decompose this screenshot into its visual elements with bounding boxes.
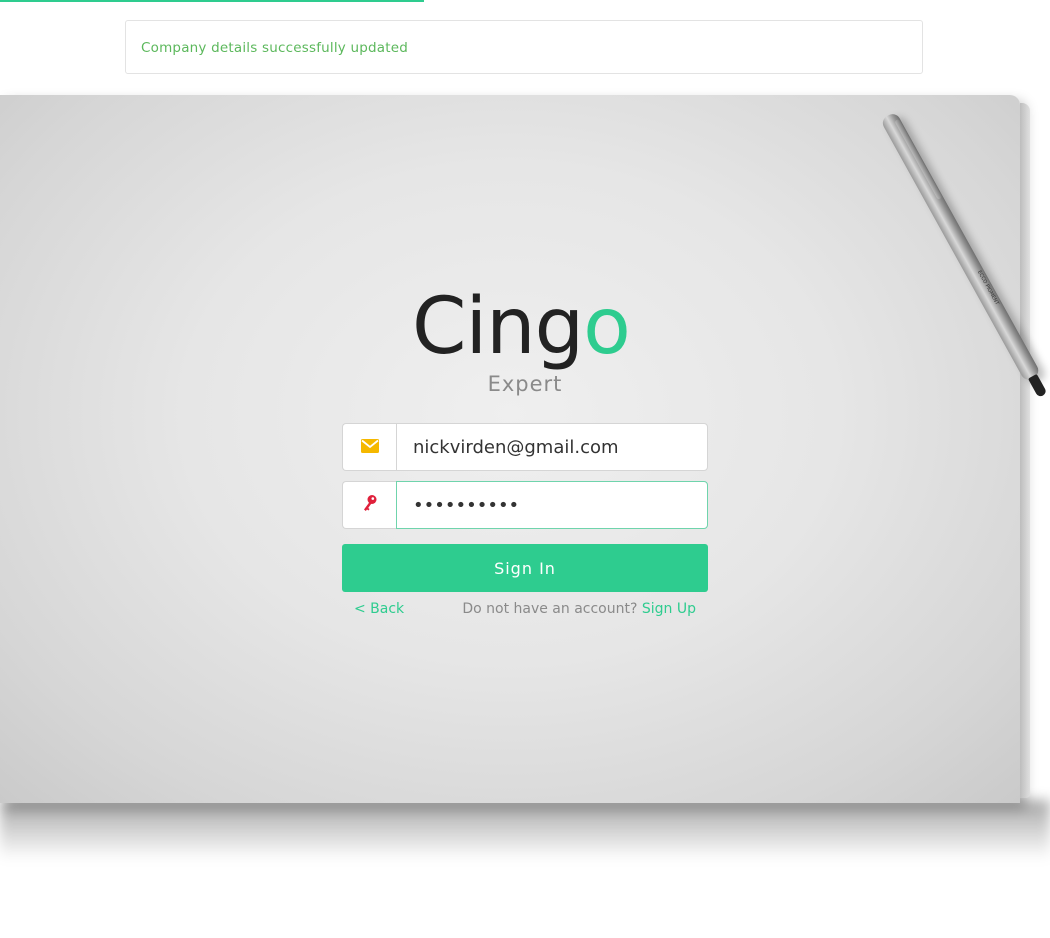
success-alert: Company details successfully updated: [125, 20, 923, 74]
key-icon: [362, 494, 378, 516]
envelope-icon: [360, 438, 379, 457]
alert-message: Company details successfully updated: [141, 40, 409, 56]
password-field: [342, 481, 708, 529]
paper-shadow: [0, 800, 1050, 860]
email-field: [342, 423, 708, 471]
no-account-text: Do not have an account?: [462, 601, 638, 617]
sign-in-button[interactable]: Sign In: [342, 544, 708, 592]
password-input[interactable]: [396, 481, 708, 529]
email-input[interactable]: [396, 423, 708, 471]
signup-prompt: Do not have an account? Sign Up: [462, 601, 696, 617]
brand-subtitle: Expert: [487, 372, 563, 396]
sign-up-link[interactable]: Sign Up: [642, 601, 696, 617]
loading-progress-bar: [0, 0, 424, 2]
email-addon: [342, 423, 396, 471]
password-addon: [342, 481, 396, 529]
back-link[interactable]: < Back: [354, 601, 404, 617]
cingo-logo: Cingo: [412, 282, 631, 372]
